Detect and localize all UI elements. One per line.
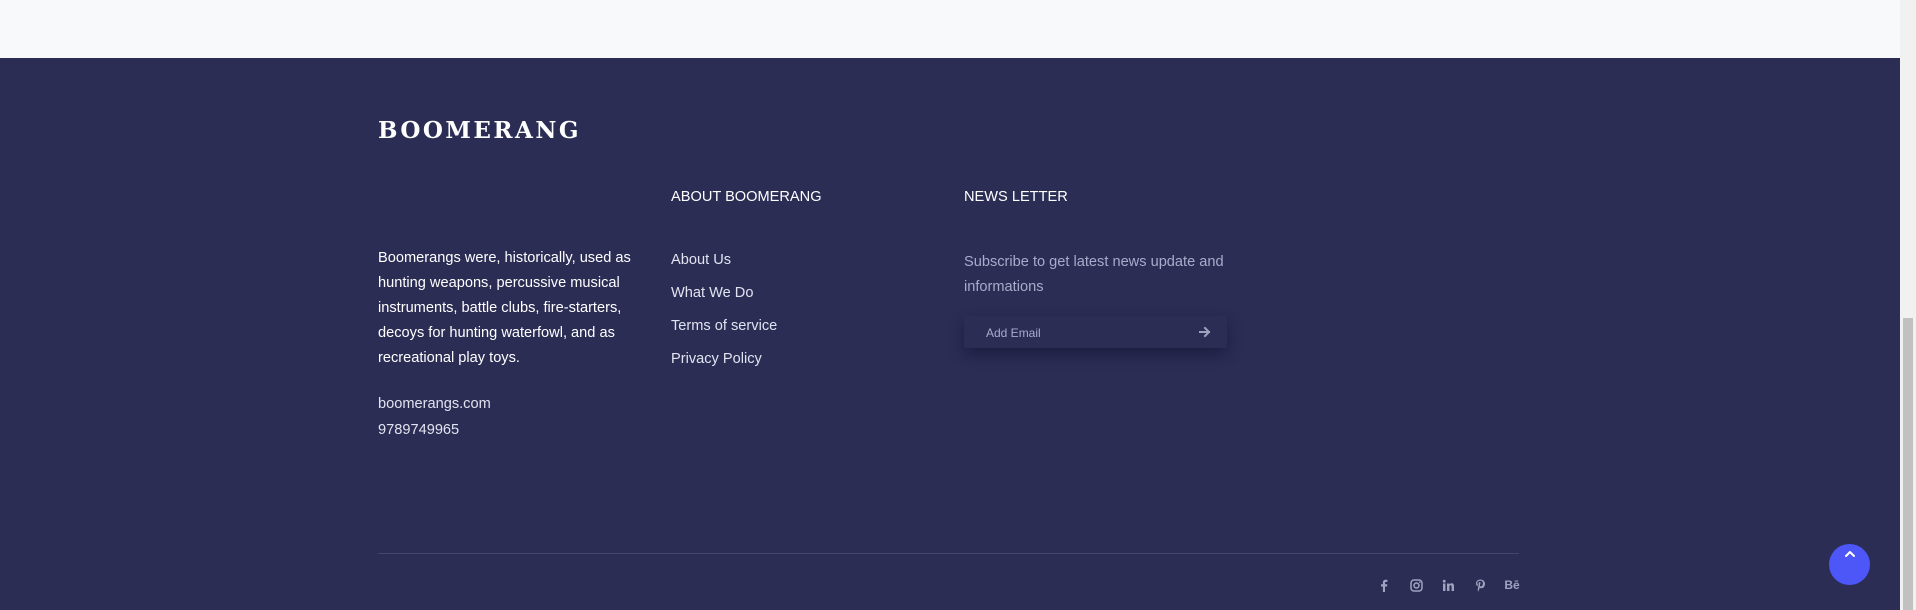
page-content-bottom (0, 0, 1900, 58)
facebook-icon (1381, 579, 1388, 592)
footer-link-terms-of-service[interactable]: Terms of service (671, 315, 777, 348)
footer-about-text: Boomerangs were, historically, used as h… (378, 250, 631, 366)
arrow-right-icon (1199, 326, 1211, 338)
page-scrollbar[interactable] (1900, 0, 1916, 610)
about-links-list: About Us What We Do Terms of service Pri… (671, 249, 777, 381)
footer-link-about-us[interactable]: About Us (671, 249, 777, 282)
site-footer (0, 58, 1900, 610)
contact-website[interactable]: boomerangs.com (378, 391, 491, 417)
footer-contact: boomerangs.com 9789749965 (378, 391, 491, 443)
footer-link-privacy-policy[interactable]: Privacy Policy (671, 348, 777, 381)
pinterest-link[interactable] (1468, 575, 1492, 595)
facebook-link[interactable] (1372, 575, 1396, 595)
social-links: Bē (1372, 575, 1532, 595)
linkedin-link[interactable] (1436, 575, 1460, 595)
back-to-top-button[interactable] (1829, 544, 1870, 585)
behance-link[interactable]: Bē (1500, 575, 1524, 595)
newsletter-email-input[interactable] (984, 316, 1188, 350)
newsletter-form (964, 316, 1227, 350)
behance-icon: Bē (1504, 578, 1520, 592)
contact-phone[interactable]: 9789749965 (378, 417, 491, 443)
chevron-up-icon (1844, 551, 1855, 557)
scrollbar-thumb[interactable] (1903, 318, 1913, 610)
newsletter-heading: NEWS LETTER (964, 189, 1068, 205)
footer-divider (378, 553, 1519, 554)
footer-brand-logo[interactable]: BOOMERANG (378, 117, 581, 144)
footer-link-what-we-do[interactable]: What We Do (671, 282, 777, 315)
about-column-heading: ABOUT BOOMERANG (671, 189, 822, 205)
newsletter-description: Subscribe to get latest news update and … (964, 254, 1224, 295)
newsletter-submit-button[interactable] (1197, 324, 1213, 340)
linkedin-icon (1442, 579, 1454, 591)
instagram-icon (1409, 578, 1423, 592)
pinterest-icon (1475, 579, 1485, 591)
instagram-link[interactable] (1404, 575, 1428, 595)
